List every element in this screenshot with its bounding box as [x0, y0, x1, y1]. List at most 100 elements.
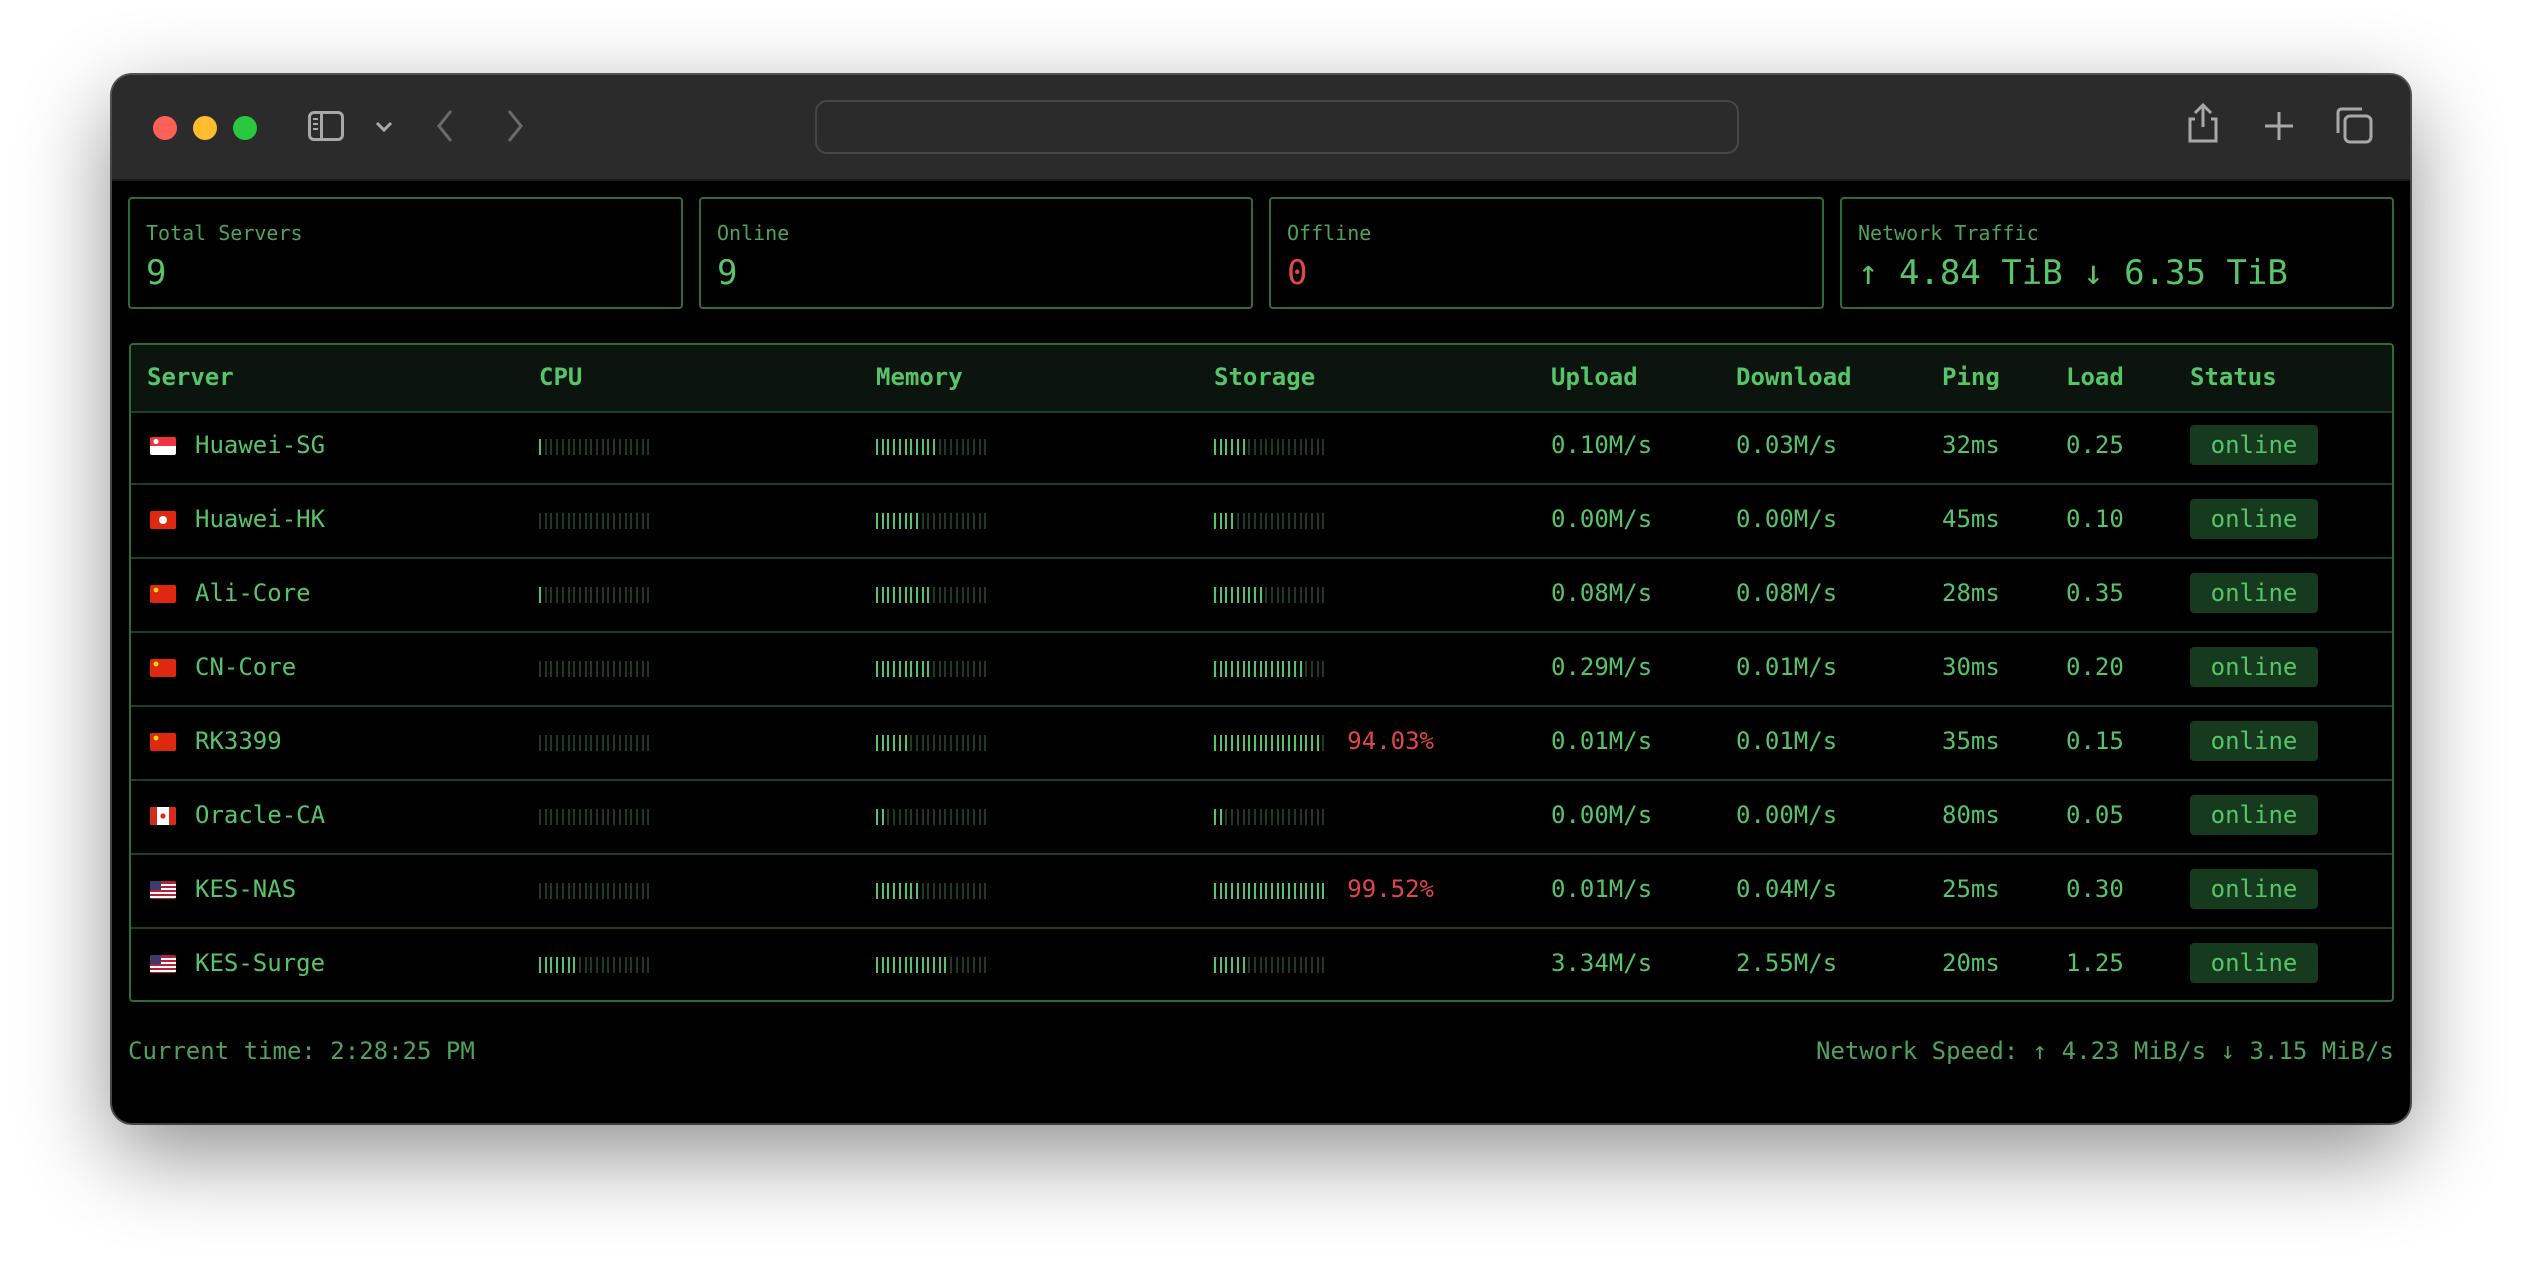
sidebar-toggle-icon[interactable] [308, 111, 344, 141]
bar-segment [1231, 883, 1234, 899]
bar-segment [933, 809, 935, 825]
bar-segment [1259, 957, 1262, 973]
table-row[interactable]: KES-NAS 1.99% 38.56% 99.52% 0.01M/s 0.04M/s 25… [131, 855, 2392, 929]
header-load[interactable]: Load [2066, 363, 2124, 391]
table-row[interactable]: CN-Core 1.34% 49.86% 78.65% 0.29M/s 0.01M/s 30… [131, 633, 2392, 707]
bar-segment [618, 661, 621, 677]
status-badge: online [2190, 573, 2318, 613]
chevron-down-icon[interactable] [374, 117, 394, 137]
table-row[interactable]: Oracle-CA 2.38% 11.03% 9.55% 0.00M/s 0.00M/s 8… [131, 781, 2392, 855]
bar-segment [950, 439, 953, 455]
header-cpu[interactable]: CPU [539, 363, 582, 391]
bar-segment [961, 957, 964, 973]
header-status[interactable]: Status [2190, 363, 2277, 391]
bar-segment [641, 735, 644, 751]
bar-segment [1293, 513, 1296, 529]
bar-segment [584, 957, 587, 973]
header-memory[interactable]: Memory [876, 363, 963, 391]
bar-segment [561, 883, 564, 899]
share-icon[interactable] [2186, 101, 2220, 145]
bar-segment [933, 587, 935, 603]
bar-segment [915, 513, 918, 529]
minimize-window-button[interactable] [193, 116, 217, 140]
table-row[interactable]: KES-Surge 32.75% 63.38% 32.27% 3.34M/s 2.55M/… [131, 929, 2392, 1000]
bar-segment [624, 439, 627, 455]
bar-segment [927, 735, 930, 751]
browser-window: Total Servers 9 Online 9 Offline 0 Netwo… [112, 75, 2410, 1123]
bar-segment [1231, 439, 1234, 455]
bar-segment [618, 735, 621, 751]
table-row[interactable]: Huawei-SG 4.35% 57.14% 27.77% 0.10M/s 0.03M/s… [131, 411, 2392, 485]
cpu-bar [539, 587, 653, 603]
download-speed: 0.01M/s [1736, 653, 1838, 681]
table-row[interactable]: RK3399 2.35% 31.08% 94.03% 0.01M/s 0.01M/s 35m… [131, 707, 2392, 781]
bar-segment [544, 587, 547, 603]
new-tab-icon[interactable] [2262, 109, 2296, 143]
zoom-window-button[interactable] [233, 116, 257, 140]
bar-segment [1253, 587, 1256, 603]
bar-segment [1214, 587, 1216, 603]
back-icon[interactable] [434, 107, 456, 145]
bar-segment [641, 957, 644, 973]
bar-segment [876, 957, 878, 973]
header-ping[interactable]: Ping [1942, 363, 2000, 391]
bar-segment [921, 439, 924, 455]
bar-segment [1248, 587, 1251, 603]
bar-segment [561, 735, 564, 751]
forward-icon[interactable] [504, 107, 526, 145]
close-window-button[interactable] [153, 116, 177, 140]
bar-segment [1248, 883, 1251, 899]
bar-segment [967, 661, 970, 677]
bar-segment [590, 735, 593, 751]
bar-segment [607, 587, 610, 603]
bar-segment [1293, 439, 1296, 455]
bar-segment [1242, 513, 1245, 529]
online-label: Online [717, 221, 790, 245]
bar-segment [933, 439, 935, 455]
address-bar[interactable] [815, 100, 1739, 154]
bar-segment [1271, 957, 1273, 973]
bar-segment [1276, 439, 1279, 455]
bar-segment [1288, 587, 1291, 603]
bar-segment [613, 439, 616, 455]
bar-segment [584, 809, 587, 825]
bar-segment [601, 513, 604, 529]
header-upload[interactable]: Upload [1551, 363, 1638, 391]
bar-segment [596, 957, 598, 973]
bar-segment [647, 513, 650, 529]
bar-segment [921, 883, 924, 899]
header-download[interactable]: Download [1736, 363, 1852, 391]
bar-segment [647, 587, 650, 603]
bar-segment [630, 587, 633, 603]
table-row[interactable]: Huawei-HK 0.00% 39.19% 19.90% 0.00M/s 0.00M/s… [131, 485, 2392, 559]
bar-segment [1316, 439, 1319, 455]
bar-segment [596, 883, 598, 899]
bar-segment [893, 587, 896, 603]
bar-segment [618, 513, 621, 529]
bar-segment [904, 809, 907, 825]
header-server[interactable]: Server [147, 363, 234, 391]
bar-segment [635, 809, 638, 825]
table-row[interactable]: Ali-Core 4.55% 47.51% 45.83% 0.08M/s 0.08M/s 2… [131, 559, 2392, 633]
bar-segment [1322, 661, 1325, 677]
cpu-bar [539, 809, 653, 825]
ping-value: 30ms [1942, 653, 2000, 681]
bar-segment [961, 513, 964, 529]
bar-segment [578, 513, 581, 529]
bar-segment [910, 587, 913, 603]
load-value: 0.35 [2066, 579, 2124, 607]
header-storage[interactable]: Storage [1214, 363, 1315, 391]
bar-segment [539, 439, 541, 455]
tab-overview-icon[interactable] [2334, 105, 2374, 145]
bar-segment [550, 809, 553, 825]
bar-segment [584, 883, 587, 899]
bar-segment [624, 883, 627, 899]
server-name: Oracle-CA [195, 801, 326, 829]
server-name: RK3399 [195, 727, 282, 755]
bar-segment [624, 587, 627, 603]
memory-percent: 31.08% [1009, 727, 1096, 755]
bar-segment [904, 513, 907, 529]
bar-segment [635, 513, 638, 529]
memory-percent: 63.38% [1009, 949, 1096, 977]
bar-segment [978, 957, 981, 973]
